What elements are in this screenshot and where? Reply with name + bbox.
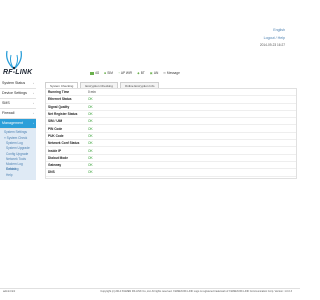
row-key: DNS: [48, 170, 55, 175]
table-row: Dialout Mode OK: [46, 155, 296, 162]
datetime-label: 2014-09-23 16:27: [259, 43, 285, 47]
bt-icon: ◆: [137, 71, 140, 75]
signal-icon: [90, 71, 94, 75]
logo-text: RF-LINK: [3, 69, 33, 76]
row-value: OK: [88, 170, 93, 175]
sidebar-item-firewall[interactable]: Firewall ›: [0, 109, 36, 119]
status-wifi: ◔ AP WiFi: [118, 71, 132, 75]
status-table: Running Time 0 min Ethernet Status OK Si…: [45, 88, 297, 179]
table-row: Running Time 0 min: [46, 89, 296, 97]
chevron-right-icon: ›: [33, 101, 34, 105]
row-key: PIN Code: [48, 126, 63, 131]
chevron-right-icon: ›: [33, 91, 34, 95]
row-key: Gateway: [48, 163, 62, 168]
status-4g: 4G: [90, 71, 99, 75]
message-icon: ✉: [163, 71, 166, 75]
ethernet-icon: ▣: [149, 71, 153, 75]
table-row: Gateway OK: [46, 162, 296, 170]
footer: admin.html Copyright (c) 2014 XIAMEN RF-…: [0, 288, 300, 293]
status-label: SIM: [107, 71, 113, 75]
sim-icon: ■: [104, 71, 107, 75]
row-value: OK: [88, 112, 93, 117]
table-row: Network Conf Status OK: [46, 140, 296, 148]
chevron-right-icon: ›: [33, 111, 34, 115]
sidebar-item-label: Firewall: [2, 111, 15, 115]
sidebar-item-sms[interactable]: SMS ›: [0, 99, 36, 109]
sidebar-item-device-settings[interactable]: Device Settings ›: [0, 89, 36, 99]
table-row: Signal Quality OK: [46, 104, 296, 111]
table-row: Inside IP OK: [46, 147, 296, 155]
status-label: Message: [166, 71, 180, 75]
status-bt: ◆ BT: [137, 71, 145, 75]
status-an: ▣ AN: [150, 71, 158, 75]
status-label: 4G: [95, 71, 100, 75]
chevron-right-icon: ›: [33, 81, 34, 85]
row-key: SIM / UIM: [48, 119, 63, 124]
row-value: OK: [88, 97, 93, 102]
row-key: Signal Quality: [48, 104, 70, 109]
status-bar: 4G ■ SIM ◔ AP WiFi ◆ BT ▣ AN ✉ Message: [90, 71, 180, 75]
row-value: 0 min: [88, 90, 96, 95]
row-value: OK: [88, 163, 93, 168]
user-links[interactable]: Logout / Help: [264, 36, 285, 40]
row-value: OK: [88, 133, 93, 138]
row-value: OK: [88, 141, 93, 146]
row-value: OK: [88, 119, 93, 124]
wifi-icon: ◔: [117, 71, 120, 75]
sidebar-item-label: SMS: [2, 101, 10, 105]
row-key: Network Conf Status: [48, 141, 80, 146]
table-row: Ethernet Status OK: [46, 96, 296, 104]
row-key: Inside IP: [48, 148, 62, 153]
language-link[interactable]: English: [273, 28, 285, 32]
row-key: PUK Code: [48, 133, 64, 138]
table-row: SIM / UIM OK: [46, 118, 296, 126]
management-submenu: System Settings » System Check System Lo…: [0, 129, 36, 181]
status-message[interactable]: ✉ Message: [163, 71, 180, 75]
chevron-right-icon: ›: [33, 121, 34, 125]
table-row: Net Register Status OK: [46, 111, 296, 119]
table-row: PIN Code OK: [46, 125, 296, 133]
row-value: OK: [88, 126, 93, 131]
sidebar-item-label: Device Settings: [2, 91, 27, 95]
row-key: Net Register Status: [48, 112, 78, 117]
row-key: Ethernet Status: [48, 97, 72, 102]
status-label: AN: [153, 71, 159, 75]
footer-copyright: Copyright (c) 2014 XIAMEN RF-LINK Co.,Lt…: [100, 290, 292, 293]
row-value: OK: [88, 148, 93, 153]
sidebar: System Status › Device Settings › SMS › …: [0, 79, 36, 181]
row-value: OK: [88, 104, 93, 109]
sidebar-item-management[interactable]: Management ›: [0, 119, 36, 129]
sidebar-item-label: Management: [2, 121, 23, 125]
table-row: DNS OK: [46, 169, 296, 177]
sidebar-item-label: System Status: [2, 81, 26, 85]
status-label: BT: [140, 71, 145, 75]
sidebar-item-system-status[interactable]: System Status ›: [0, 79, 36, 89]
status-sim: ■ SIM: [104, 71, 113, 75]
footer-left: admin.html: [3, 290, 16, 293]
row-value: OK: [88, 155, 93, 160]
status-label: AP WiFi: [120, 71, 133, 75]
row-key: Dialout Mode: [48, 155, 69, 160]
row-key: Running Time: [48, 90, 70, 95]
sidebar-subsub-help[interactable]: Help: [0, 173, 36, 178]
table-row: PUK Code OK: [46, 133, 296, 141]
